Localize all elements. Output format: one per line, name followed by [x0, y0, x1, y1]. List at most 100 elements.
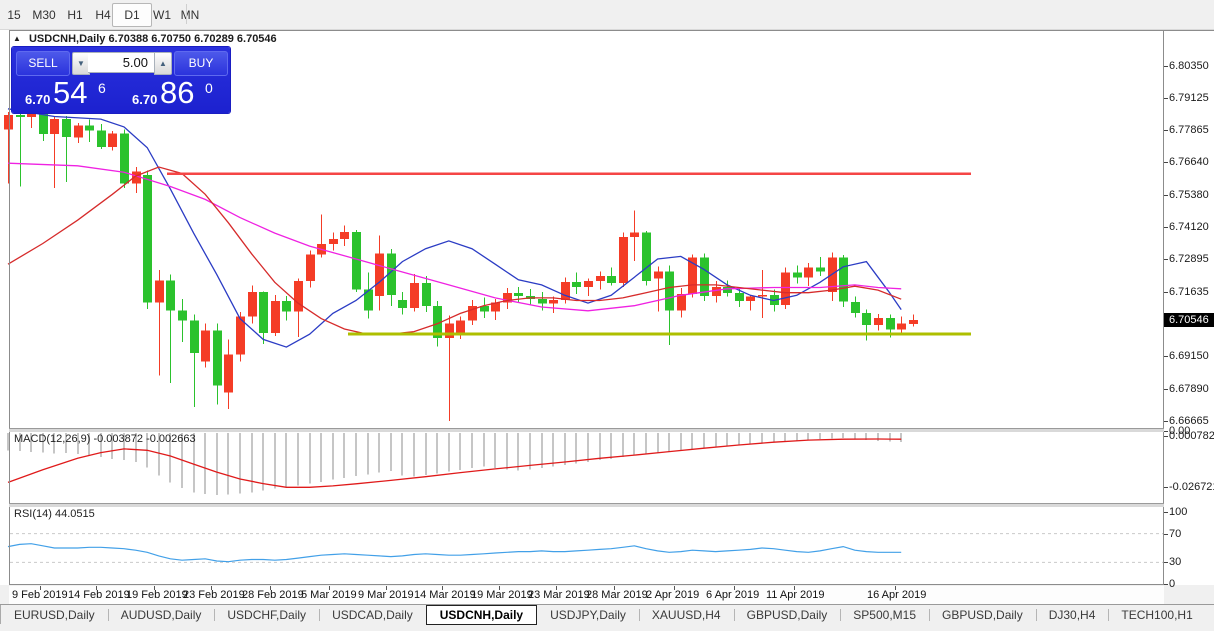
axis-tick [895, 586, 896, 590]
rsi-axis-label: 0 [1169, 578, 1175, 590]
axis-tick [1164, 487, 1168, 488]
one-click-trading-panel: SELL ▼ ▲ BUY 6.70 54 6 6.70 86 0 [12, 47, 230, 113]
chart-title: ▲ USDCNH,Daily 6.70388 6.70750 6.70289 6… [13, 33, 277, 45]
timeframe-button-mn[interactable]: MN [170, 3, 210, 27]
price-label: 6.80350 [1169, 60, 1209, 72]
chart-tab-dj30-10[interactable]: DJ30,H4 [1036, 605, 1109, 624]
chart-left-border [9, 30, 10, 585]
date-label: 14 Mar 2019 [414, 589, 476, 601]
chart-title-text: USDCNH,Daily 6.70388 6.70750 6.70289 6.7… [29, 33, 277, 45]
price-label: 6.72895 [1169, 253, 1209, 265]
axis-tick [442, 586, 443, 590]
axis-tick [556, 586, 557, 590]
rsi-splitter[interactable] [9, 503, 1164, 507]
buy-price-pips: 86 [160, 75, 194, 111]
chart-tab-tech100-11[interactable]: TECH100,H1 [1108, 605, 1205, 624]
axis-tick [1164, 534, 1168, 535]
chart-tab-xauusd-6[interactable]: XAUUSD,H4 [639, 605, 734, 624]
date-label: 28 Mar 2019 [586, 589, 648, 601]
axis-tick [386, 586, 387, 590]
tabs-container: EURUSD,DailyAUDUSD,DailyUSDCHF,DailyUSDC… [1, 605, 1206, 625]
axis-tick [1164, 130, 1168, 131]
rsi-axis-label: 70 [1169, 528, 1181, 540]
sell-price-quote[interactable]: 6.70 54 6 [16, 78, 119, 111]
date-label: 28 Feb 2019 [242, 589, 304, 601]
toolbar-separator [186, 4, 187, 24]
volume-increase-button[interactable]: ▲ [154, 52, 172, 75]
date-label: 11 Apr 2019 [766, 589, 825, 601]
chart-tab-usdchf-2[interactable]: USDCHF,Daily [214, 605, 319, 624]
sell-price-point: 6 [98, 80, 106, 96]
axis-tick [499, 586, 500, 590]
date-label: 9 Feb 2019 [12, 589, 68, 601]
axis-tick [614, 586, 615, 590]
buy-price-base: 6.70 [132, 92, 157, 107]
spinner-down-icon: ▼ [77, 59, 85, 68]
date-label: 6 Apr 2019 [706, 589, 759, 601]
chart-tab-usdcnh-4[interactable]: USDCNH,Daily [426, 605, 537, 625]
chart-bottom-border [9, 584, 1214, 585]
axis-tick [1164, 162, 1168, 163]
axis-tick [1164, 436, 1168, 437]
price-label: 6.79125 [1169, 92, 1209, 104]
axis-tick [211, 586, 212, 590]
axis-tick [1164, 584, 1168, 585]
collapse-triangle-icon[interactable]: ▲ [13, 34, 21, 43]
macd-splitter[interactable] [9, 428, 1164, 432]
chart-tab-gbpusd-7[interactable]: GBPUSD,Daily [734, 605, 841, 624]
chart-tab-sp500-8[interactable]: SP500,M15 [840, 605, 929, 624]
price-label: 6.67890 [1169, 383, 1209, 395]
buy-price-quote[interactable]: 6.70 86 0 [123, 78, 226, 111]
chart-top-border [9, 30, 1214, 31]
price-label: 6.74120 [1169, 221, 1209, 233]
sell-price-pips: 54 [53, 75, 87, 111]
rsi-axis-label: 100 [1169, 506, 1187, 518]
chart-tab-gbpusd-9[interactable]: GBPUSD,Daily [929, 605, 1036, 624]
buy-button[interactable]: BUY [174, 51, 228, 76]
axis-tick [1164, 356, 1168, 357]
buy-price-point: 0 [205, 80, 213, 96]
axis-tick [794, 586, 795, 590]
price-axis[interactable]: 6.80350 6.79125 6.77865 6.76640 6.75380 6.741… [1164, 31, 1214, 585]
axis-tick [1164, 421, 1168, 422]
sell-price-base: 6.70 [25, 92, 50, 107]
date-axis[interactable]: 9 Feb 201914 Feb 201919 Feb 201923 Feb 2… [9, 586, 1164, 604]
price-label: 6.76640 [1169, 156, 1209, 168]
axis-tick [1164, 195, 1168, 196]
axis-tick [1164, 512, 1168, 513]
rsi-indicator-label: RSI(14) 44.0515 [14, 508, 95, 520]
chart-tab-bar: EURUSD,DailyAUDUSD,DailyUSDCHF,DailyUSDC… [0, 604, 1214, 631]
chart-tab-usdcad-3[interactable]: USDCAD,Daily [319, 605, 426, 624]
sell-button[interactable]: SELL [16, 51, 70, 76]
rsi-axis-label: 30 [1169, 556, 1181, 568]
axis-tick [734, 586, 735, 590]
chart-tab-eurusd-0[interactable]: EURUSD,Daily [1, 605, 108, 624]
chart-tab-usdjpy-5[interactable]: USDJPY,Daily [537, 605, 639, 624]
date-label: 2 Apr 2019 [646, 589, 699, 601]
axis-tick [1164, 227, 1168, 228]
date-label: 5 Mar 2019 [301, 589, 357, 601]
axis-tick [1164, 431, 1168, 432]
date-label: 23 Feb 2019 [183, 589, 245, 601]
date-label: 23 Mar 2019 [528, 589, 590, 601]
date-label: 9 Mar 2019 [358, 589, 414, 601]
price-label: 6.69150 [1169, 350, 1209, 362]
current-price-badge: 6.70546 [1164, 313, 1214, 327]
price-label: 6.71635 [1169, 286, 1209, 298]
chart-tab-audusd-1[interactable]: AUDUSD,Daily [108, 605, 215, 624]
axis-tick [154, 586, 155, 590]
axis-tick [1164, 389, 1168, 390]
volume-input[interactable] [88, 52, 154, 73]
price-label: 6.77865 [1169, 124, 1209, 136]
macd-axis-label: -0.026721 [1169, 481, 1214, 493]
axis-tick [1164, 562, 1168, 563]
date-label: 19 Mar 2019 [471, 589, 533, 601]
axis-tick [1164, 66, 1168, 67]
price-label: 6.75380 [1169, 189, 1209, 201]
macd-indicator-label: MACD(12,26,9) -0.003872 -0.002663 [14, 433, 196, 445]
axis-tick [270, 586, 271, 590]
axis-tick [40, 586, 41, 590]
axis-tick [96, 586, 97, 590]
date-label: 16 Apr 2019 [867, 589, 926, 601]
date-label: 19 Feb 2019 [126, 589, 188, 601]
